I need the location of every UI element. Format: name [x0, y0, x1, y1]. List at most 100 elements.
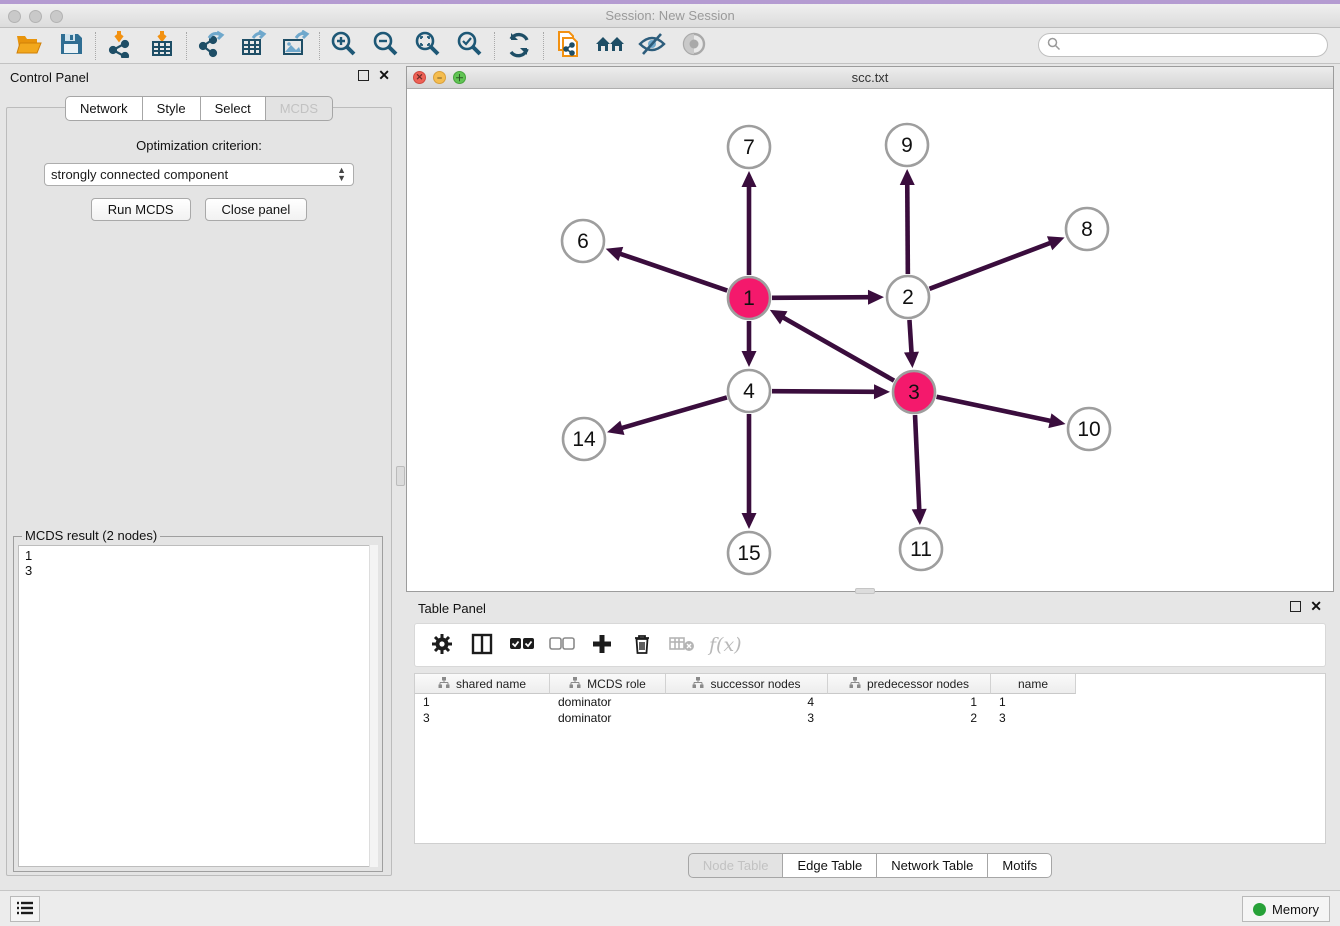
- cell-predecessor-nodes[interactable]: 2: [828, 710, 991, 726]
- delete-column-button[interactable]: [629, 632, 655, 658]
- memory-label: Memory: [1272, 902, 1319, 917]
- cell-predecessor-nodes[interactable]: 1: [828, 694, 991, 710]
- node-label-9: 9: [901, 134, 913, 157]
- tab-style[interactable]: Style: [143, 96, 201, 121]
- cell-name[interactable]: 1: [991, 694, 1076, 710]
- open-folder-icon: [15, 31, 43, 60]
- zoom-out-button[interactable]: [365, 30, 407, 62]
- add-column-button[interactable]: [589, 632, 615, 658]
- cell-name[interactable]: 3: [991, 710, 1076, 726]
- network-close-button[interactable]: ✕: [413, 71, 426, 84]
- horizontal-splitter-handle[interactable]: [855, 588, 875, 594]
- column-header-MCDS-role[interactable]: MCDS role: [550, 674, 666, 694]
- table-tab-edge-table[interactable]: Edge Table: [783, 853, 877, 878]
- table-panel-title: Table Panel: [418, 601, 486, 616]
- cell-shared-name[interactable]: 1: [415, 694, 550, 710]
- table-tab-node-table[interactable]: Node Table: [688, 853, 784, 878]
- column-header-successor-nodes[interactable]: successor nodes: [666, 674, 828, 694]
- show-all-button[interactable]: [673, 30, 715, 62]
- zoom-fit-button[interactable]: [407, 30, 449, 62]
- clone-network-icon: [554, 29, 582, 62]
- delete-table-icon: [669, 635, 695, 656]
- float-panel-icon[interactable]: [358, 70, 369, 81]
- chevron-up-down-icon: ▲▼: [337, 166, 346, 182]
- arrowhead-1-4: [742, 351, 757, 367]
- edge-4-3[interactable]: [772, 391, 877, 392]
- optimization-criterion-select[interactable]: strongly connected component ▲▼: [44, 163, 354, 186]
- table-row[interactable]: 3dominator323: [415, 710, 1325, 726]
- table-row[interactable]: 1dominator411: [415, 694, 1325, 710]
- refresh-icon: [505, 30, 533, 61]
- column-header-label: MCDS role: [587, 677, 646, 691]
- selected-criterion: strongly connected component: [51, 167, 228, 182]
- mcds-result-text[interactable]: 1 3: [18, 545, 378, 867]
- vertical-splitter-handle[interactable]: [396, 466, 405, 486]
- window-title: Session: New Session: [0, 8, 1340, 23]
- column-header-name[interactable]: name: [991, 674, 1076, 694]
- control-panel-header: Control Panel ✕: [0, 66, 398, 90]
- edge-4-14[interactable]: [620, 397, 727, 428]
- function-builder-button-disabled: f(x): [709, 632, 742, 658]
- edge-3-10[interactable]: [937, 397, 1053, 422]
- result-scrollbar[interactable]: [369, 545, 378, 867]
- deselect-all-button[interactable]: [549, 632, 575, 658]
- columns-icon: [471, 633, 493, 658]
- edge-2-8[interactable]: [930, 242, 1053, 289]
- zoom-in-button[interactable]: [323, 30, 365, 62]
- table-settings-button[interactable]: [429, 632, 455, 658]
- network-minimize-button[interactable]: −: [433, 71, 446, 84]
- close-panel-button[interactable]: Close panel: [205, 198, 308, 221]
- control-panel: Control Panel ✕ NetworkStyleSelectMCDS O…: [0, 66, 398, 876]
- column-view-button[interactable]: [469, 632, 495, 658]
- select-all-button[interactable]: [509, 632, 535, 658]
- export-network-button[interactable]: [190, 30, 232, 62]
- edge-1-6[interactable]: [618, 253, 727, 291]
- toolbar-separator: [186, 32, 187, 60]
- table-tab-network-table[interactable]: Network Table: [877, 853, 988, 878]
- checked-boxes-icon: [509, 637, 535, 654]
- edge-3-1[interactable]: [781, 316, 894, 380]
- cell-shared-name[interactable]: 3: [415, 710, 550, 726]
- zoom-out-icon: [372, 30, 400, 61]
- node-label-15: 15: [737, 542, 760, 565]
- network-maximize-button[interactable]: ＋: [453, 71, 466, 84]
- save-session-button[interactable]: [50, 30, 92, 62]
- edge-1-2[interactable]: [772, 297, 871, 298]
- close-table-panel-icon[interactable]: ✕: [1310, 601, 1322, 612]
- export-table-button[interactable]: [232, 30, 274, 62]
- task-history-button[interactable]: [10, 896, 40, 922]
- first-neighbors-button[interactable]: [589, 30, 631, 62]
- tree-column-icon: [569, 677, 581, 691]
- network-window-title: scc.txt: [407, 67, 1333, 85]
- import-table-button[interactable]: [141, 30, 183, 62]
- clone-network-button[interactable]: [547, 30, 589, 62]
- close-panel-icon[interactable]: ✕: [378, 70, 390, 81]
- open-session-button[interactable]: [8, 30, 50, 62]
- run-mcds-button[interactable]: Run MCDS: [91, 198, 191, 221]
- column-header-shared-name[interactable]: shared name: [415, 674, 550, 694]
- zoom-selected-button[interactable]: [449, 30, 491, 62]
- tab-select[interactable]: Select: [201, 96, 266, 121]
- tab-mcds[interactable]: MCDS: [266, 96, 333, 121]
- cell-MCDS-role[interactable]: dominator: [550, 694, 666, 710]
- edge-2-9[interactable]: [907, 182, 908, 274]
- cell-successor-nodes[interactable]: 3: [666, 710, 828, 726]
- network-window-titlebar: ✕ − ＋ scc.txt: [407, 67, 1333, 89]
- export-image-button[interactable]: [274, 30, 316, 62]
- table-tab-motifs[interactable]: Motifs: [988, 853, 1052, 878]
- search-input[interactable]: [1066, 38, 1319, 52]
- edge-3-11[interactable]: [915, 415, 919, 512]
- apply-layout-button[interactable]: [498, 30, 540, 62]
- tab-network[interactable]: Network: [65, 96, 143, 121]
- column-header-predecessor-nodes[interactable]: predecessor nodes: [828, 674, 991, 694]
- arrowhead-4-15: [742, 513, 757, 529]
- hide-selected-button[interactable]: [631, 30, 673, 62]
- edge-2-3[interactable]: [909, 320, 911, 355]
- tree-column-icon: [438, 677, 450, 691]
- import-network-button[interactable]: [99, 30, 141, 62]
- cell-MCDS-role[interactable]: dominator: [550, 710, 666, 726]
- network-canvas[interactable]: 7968124314101511: [407, 89, 1333, 591]
- float-table-panel-icon[interactable]: [1290, 601, 1301, 612]
- cell-successor-nodes[interactable]: 4: [666, 694, 828, 710]
- memory-button[interactable]: Memory: [1242, 896, 1330, 922]
